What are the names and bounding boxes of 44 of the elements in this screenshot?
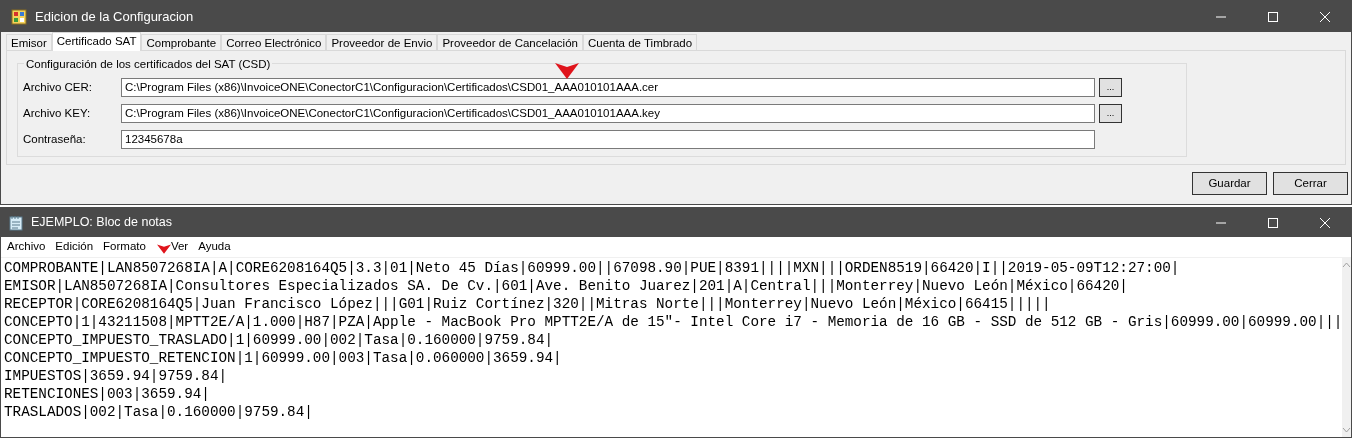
field-label: Archivo CER: bbox=[23, 79, 94, 95]
app-icon bbox=[11, 8, 27, 25]
menu-item[interactable]: Archivo bbox=[7, 238, 46, 256]
tab[interactable]: Certificado SAT bbox=[51, 32, 142, 51]
text-line: RECEPTOR|CORE6208164Q5|Juan Francisco López|||G01|Ruiz Cortínez|320||Mitras Norte|||Monterrey|Nuevo León|México|66415||||| bbox=[4, 295, 1051, 313]
text-line: CONCEPTO_IMPUESTO_TRASLADO|1|60999.00|002|Tasa|0.160000|9759.84| bbox=[4, 331, 554, 349]
menu-item[interactable]: Edición bbox=[55, 238, 94, 256]
window-title: EJEMPLO: Bloc de notas bbox=[31, 214, 173, 232]
arrow-marker-icon bbox=[555, 61, 579, 79]
text-line: IMPUESTOS|3659.94|9759.84| bbox=[4, 367, 228, 385]
text-line: EMISOR|LAN8507268IA|Consultores Especializados SA. De Cv.|601|Ave. Benito Juarez|201|A|Central|||Monterrey|Nuevo León|México|66420| bbox=[4, 277, 1128, 295]
dialog-button[interactable]: Guardar bbox=[1192, 172, 1267, 195]
tab[interactable]: Proveedor de Cancelación bbox=[437, 34, 583, 50]
field-label: Contraseña: bbox=[23, 131, 87, 147]
browse-button[interactable]: ... bbox=[1099, 78, 1122, 97]
input-field[interactable]: C:\Program Files (x86)\InvoiceONE\ConectorC1\Configuracion\Certificados\CSD01_AAA010101AAA.key bbox=[121, 104, 1095, 123]
input-field[interactable]: 12345678a bbox=[121, 130, 1095, 149]
notepad-icon bbox=[9, 214, 23, 231]
menu-item[interactable]: Formato bbox=[103, 238, 146, 256]
text-line: CONCEPTO_IMPUESTO_RETENCION|1|60999.00|003|Tasa|0.060000|3659.94| bbox=[4, 349, 562, 367]
text-line: TRASLADOS|002|Tasa|0.160000|9759.84| bbox=[4, 403, 313, 421]
menu-item[interactable]: Ver bbox=[170, 238, 189, 256]
tab[interactable]: Correo Electrónico bbox=[221, 34, 327, 50]
close-icon[interactable] bbox=[1319, 216, 1331, 229]
input-field[interactable]: C:\Program Files (x86)\InvoiceONE\ConectorC1\Configuracion\Certificados\CSD01_AAA010101AAA.cer bbox=[121, 78, 1095, 97]
menu-item[interactable]: Ayuda bbox=[198, 238, 231, 256]
text-line: COMPROBANTE|LAN8507268IA|A|CORE6208164Q5|3.3|01|Neto 45 Días|60999.00||67098.90|PUE|8391||||MXN|||ORDEN8519|66420|I||2019-05-09T12:27:00| bbox=[4, 259, 1180, 277]
tab[interactable]: Emisor bbox=[6, 34, 52, 50]
dialog-button[interactable]: Cerrar bbox=[1273, 172, 1348, 195]
text-line: CONCEPTO|1|43211508|MPTT2E/A|1.000|H87|PZA|Apple - MacBook Pro MPTT2E/A de 15"- Intel Core i7 - Memoria de 16 GB - SSD de 512 GB - Gris|60999.00|60999.00||| bbox=[4, 313, 1343, 331]
tab[interactable]: Proveedor de Envio bbox=[326, 34, 438, 50]
scroll-down-icon[interactable] bbox=[1342, 427, 1352, 433]
field-label: Archivo KEY: bbox=[23, 105, 92, 121]
browse-button[interactable]: ... bbox=[1099, 104, 1122, 123]
scroll-up-icon[interactable] bbox=[1342, 262, 1352, 268]
close-icon[interactable] bbox=[1319, 10, 1331, 23]
window-title: Edicion de la Configuracion bbox=[35, 7, 194, 26]
tab[interactable]: Cuenta de Timbrado bbox=[582, 34, 698, 50]
maximize-icon[interactable] bbox=[1267, 10, 1279, 23]
text-line: RETENCIONES|003|3659.94| bbox=[4, 385, 210, 403]
scrollbar[interactable] bbox=[1342, 258, 1352, 437]
maximize-icon[interactable] bbox=[1267, 216, 1279, 229]
tab[interactable]: Comprobante bbox=[141, 34, 222, 50]
arrow-marker-icon bbox=[157, 243, 171, 254]
